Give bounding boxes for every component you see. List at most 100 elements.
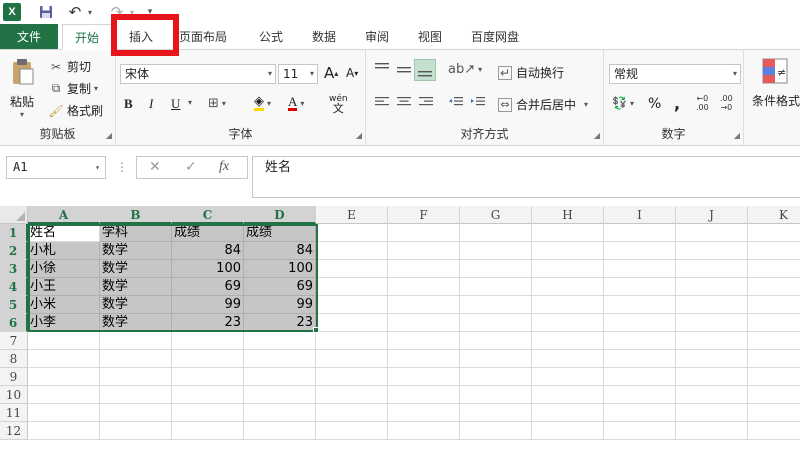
cell-k4[interactable] <box>748 278 800 296</box>
bold-button[interactable]: B <box>124 96 133 112</box>
decrease-decimal-button[interactable]: .00 →0 <box>720 94 733 112</box>
comma-style-button[interactable]: , <box>674 94 680 113</box>
cell-k10[interactable] <box>748 386 800 404</box>
middle-align-button[interactable] <box>396 62 412 76</box>
paste-button[interactable]: 粘贴 <box>10 93 34 110</box>
cell-g12[interactable] <box>460 422 532 440</box>
row-header-1[interactable]: 1 <box>0 224 28 242</box>
phonetic-button[interactable]: wén 文 <box>329 94 348 114</box>
cell-h6[interactable] <box>532 314 604 332</box>
cell-k9[interactable] <box>748 368 800 386</box>
cell-f6[interactable] <box>388 314 460 332</box>
cell-h10[interactable] <box>532 386 604 404</box>
row-header-9[interactable]: 9 <box>0 368 28 386</box>
cell-k7[interactable] <box>748 332 800 350</box>
cell-d11[interactable] <box>244 404 316 422</box>
column-header-j[interactable]: J <box>676 206 748 224</box>
alignment-launcher-icon[interactable]: ◢ <box>594 131 600 140</box>
cell-e1[interactable] <box>316 224 388 242</box>
cell-j6[interactable] <box>676 314 748 332</box>
cell-h12[interactable] <box>532 422 604 440</box>
merge-center-button[interactable]: ⇔ 合并后居中 ▾ <box>498 96 588 113</box>
cell-h9[interactable] <box>532 368 604 386</box>
paste-dropdown-icon[interactable]: ▾ <box>20 110 24 119</box>
column-header-a[interactable]: A <box>28 206 100 224</box>
row-header-3[interactable]: 3 <box>0 260 28 278</box>
chevron-down-icon[interactable]: ▾ <box>584 100 588 109</box>
cell-c6[interactable]: 23 <box>172 314 244 332</box>
cell-c8[interactable] <box>172 350 244 368</box>
tab-data[interactable]: 数据 <box>301 24 347 50</box>
cell-h4[interactable] <box>532 278 604 296</box>
save-icon[interactable] <box>38 3 54 21</box>
align-left-button[interactable] <box>374 96 390 108</box>
cell-e5[interactable] <box>316 296 388 314</box>
font-launcher-icon[interactable]: ◢ <box>356 131 362 140</box>
font-size-select[interactable]: 11 ▾ <box>278 64 318 84</box>
cell-a8[interactable] <box>28 350 100 368</box>
decrease-indent-button[interactable] <box>448 96 464 108</box>
cell-i10[interactable] <box>604 386 676 404</box>
font-name-select[interactable]: 宋体 ▾ <box>120 64 276 84</box>
column-header-b[interactable]: B <box>100 206 172 224</box>
cell-j4[interactable] <box>676 278 748 296</box>
cell-b2[interactable]: 数学 <box>100 242 172 260</box>
cell-e12[interactable] <box>316 422 388 440</box>
row-header-10[interactable]: 10 <box>0 386 28 404</box>
cell-i5[interactable] <box>604 296 676 314</box>
cell-e8[interactable] <box>316 350 388 368</box>
cancel-icon[interactable]: ✕ <box>149 159 161 175</box>
row-header-2[interactable]: 2 <box>0 242 28 260</box>
cell-k11[interactable] <box>748 404 800 422</box>
cell-h2[interactable] <box>532 242 604 260</box>
cell-g5[interactable] <box>460 296 532 314</box>
border-button[interactable]: ⊞ ▾ <box>208 96 226 111</box>
bottom-align-button[interactable] <box>414 59 436 81</box>
cell-d6[interactable]: 23 <box>244 314 316 332</box>
cell-d7[interactable] <box>244 332 316 350</box>
tab-review[interactable]: 审阅 <box>354 24 400 50</box>
cell-c11[interactable] <box>172 404 244 422</box>
column-header-g[interactable]: G <box>460 206 532 224</box>
undo-icon[interactable]: ↶ <box>66 3 84 21</box>
cell-b8[interactable] <box>100 350 172 368</box>
cell-c3[interactable]: 100 <box>172 260 244 278</box>
tab-baidu-netdisk[interactable]: 百度网盘 <box>462 24 528 50</box>
shrink-font-button[interactable]: A ▾ <box>346 66 358 80</box>
cell-j7[interactable] <box>676 332 748 350</box>
cell-i6[interactable] <box>604 314 676 332</box>
cell-k2[interactable] <box>748 242 800 260</box>
conditional-format-button[interactable]: 条件格式 <box>752 92 800 109</box>
tab-file[interactable]: 文件 <box>0 24 58 50</box>
cell-c4[interactable]: 69 <box>172 278 244 296</box>
cell-d8[interactable] <box>244 350 316 368</box>
align-right-button[interactable] <box>418 96 434 108</box>
cell-f10[interactable] <box>388 386 460 404</box>
cell-a12[interactable] <box>28 422 100 440</box>
tab-home[interactable]: 开始 <box>62 24 112 50</box>
increase-decimal-button[interactable]: ←0 .00 <box>696 94 709 112</box>
cell-d9[interactable] <box>244 368 316 386</box>
cell-d1[interactable]: 成绩 <box>244 224 316 242</box>
tab-page-layout[interactable]: 页面布局 <box>170 24 236 50</box>
cell-g10[interactable] <box>460 386 532 404</box>
cell-k12[interactable] <box>748 422 800 440</box>
cell-e2[interactable] <box>316 242 388 260</box>
cell-h5[interactable] <box>532 296 604 314</box>
cell-i9[interactable] <box>604 368 676 386</box>
cell-j3[interactable] <box>676 260 748 278</box>
cell-d10[interactable] <box>244 386 316 404</box>
paste-icon[interactable] <box>11 58 35 86</box>
cell-f9[interactable] <box>388 368 460 386</box>
cell-g6[interactable] <box>460 314 532 332</box>
clipboard-launcher-icon[interactable]: ◢ <box>106 131 112 140</box>
formula-bar-grip-icon[interactable]: ⋮ <box>116 160 128 174</box>
cell-f2[interactable] <box>388 242 460 260</box>
cell-f7[interactable] <box>388 332 460 350</box>
cell-c2[interactable]: 84 <box>172 242 244 260</box>
cut-button[interactable]: ✂ 剪切 <box>48 58 91 75</box>
row-header-4[interactable]: 4 <box>0 278 28 296</box>
cell-i12[interactable] <box>604 422 676 440</box>
cell-a4[interactable]: 小王 <box>28 278 100 296</box>
column-header-h[interactable]: H <box>532 206 604 224</box>
